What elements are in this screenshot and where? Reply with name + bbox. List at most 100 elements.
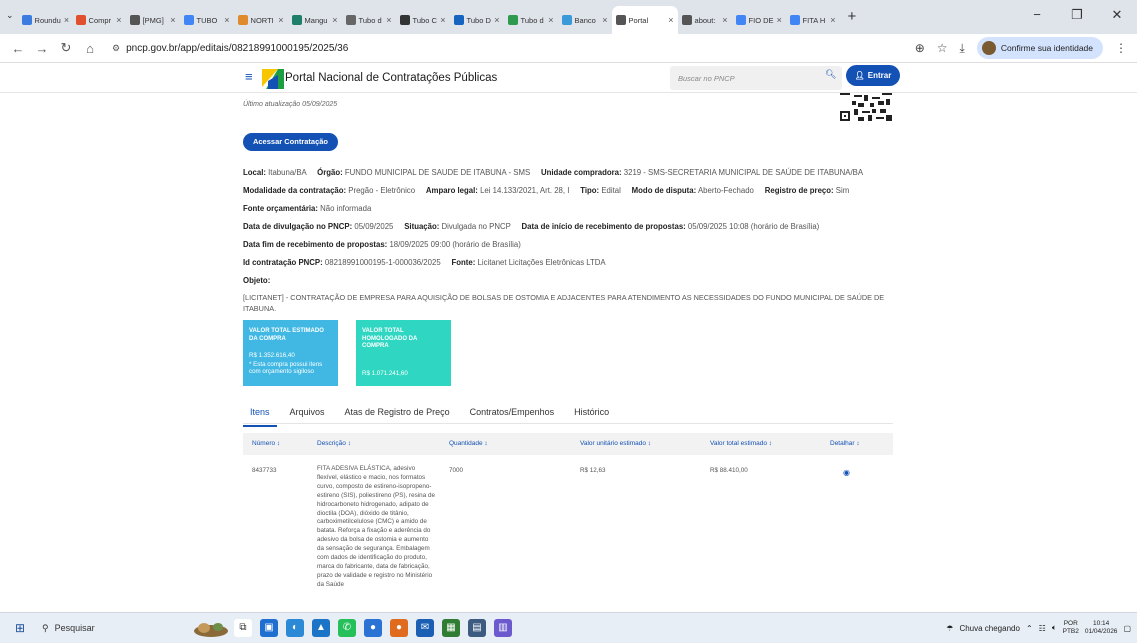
close-tab-icon[interactable]: ×	[830, 15, 835, 25]
profile-avatar	[981, 41, 996, 55]
browser-tab[interactable]: Portal ×	[611, 6, 678, 34]
network-icon[interactable]: ☷	[1039, 624, 1046, 633]
col-valor-total[interactable]: Valor total estimado ↕	[710, 440, 772, 447]
close-tab-icon[interactable]: ×	[332, 15, 337, 25]
search-icon[interactable]: 🔍︎	[825, 69, 836, 80]
download-icon[interactable]: ⤓	[960, 41, 965, 56]
close-tab-icon[interactable]: ×	[548, 15, 553, 25]
view-detail-icon[interactable]: ◉	[843, 468, 850, 477]
browser-tab[interactable]: FIO DE ×	[732, 6, 786, 34]
access-contract-button[interactable]: Acessar Contratação	[243, 133, 338, 151]
card-title: VALOR TOTAL HOMOLOGADO DA COMPRA	[362, 328, 418, 349]
close-tab-icon[interactable]: ×	[722, 15, 727, 25]
close-tab-icon[interactable]: ×	[64, 15, 69, 25]
clock[interactable]: 10:14 01/04/2026	[1085, 620, 1118, 636]
restore-icon[interactable]: ❐	[1057, 0, 1097, 34]
browser-tab[interactable]: [PMG] ×	[126, 6, 180, 34]
tab-label: Mangu	[304, 15, 328, 25]
browser-tab[interactable]: NORTI ×	[234, 6, 288, 34]
mail-icon[interactable]: ✉	[416, 619, 434, 637]
back-icon[interactable]: ←	[6, 41, 30, 56]
close-tab-icon[interactable]: ×	[116, 15, 121, 25]
windows-start-icon[interactable]: ⊞	[10, 621, 30, 635]
drive-icon[interactable]: ▲	[312, 619, 330, 637]
home-icon[interactable]: ⌂	[78, 41, 102, 56]
tray-expand-icon[interactable]: ⌃	[1026, 624, 1033, 633]
tab-label: FITA H	[802, 15, 826, 25]
col-descricao[interactable]: Descrição ↕	[317, 440, 351, 447]
tab-favicon-icon	[183, 15, 194, 25]
tab-label: Tubo d	[358, 15, 382, 25]
tab-label: NORTI	[250, 15, 274, 25]
tab-favicon-icon	[129, 15, 140, 25]
site-info-icon[interactable]: ⚙	[112, 43, 120, 54]
browser-tab[interactable]: Tubo C ×	[396, 6, 450, 34]
browser-tab[interactable]: Tubo D ×	[450, 6, 504, 34]
login-button[interactable]: 👤︎ Entrar	[846, 65, 900, 86]
chrome-icon[interactable]: ●	[364, 619, 382, 637]
objeto-label: Objeto:	[243, 276, 271, 285]
identity-label: Confirme sua identidade	[1000, 43, 1093, 53]
weather-text[interactable]: Chuva chegando	[959, 624, 1020, 633]
col-quantidade[interactable]: Quantidade ↕	[449, 440, 488, 447]
close-tab-icon[interactable]: ×	[224, 15, 229, 25]
task-view-icon[interactable]: ⧉	[234, 619, 252, 637]
reload-icon[interactable]: ↻	[54, 40, 78, 56]
browser-tab[interactable]: about: ×	[678, 6, 732, 34]
browser-tab[interactable]: Mangu ×	[288, 6, 342, 34]
browser-tab[interactable]: Tubo d ×	[342, 6, 396, 34]
browser-tab[interactable]: Roundu ×	[18, 6, 72, 34]
col-detalhar[interactable]: Detalhar ↕	[830, 440, 860, 447]
close-tab-icon[interactable]: ×	[668, 15, 673, 25]
tab-label: Banco	[574, 15, 596, 25]
browser-tab[interactable]: Banco ×	[558, 6, 612, 34]
volume-icon[interactable]: 🔈︎	[1052, 623, 1057, 633]
col-numero[interactable]: Número ↕	[252, 440, 280, 447]
browser-tab[interactable]: Tubo d ×	[504, 6, 558, 34]
close-tab-icon[interactable]: ×	[170, 15, 175, 25]
close-tab-icon[interactable]: ×	[440, 15, 445, 25]
store-icon[interactable]: ▣	[260, 619, 278, 637]
language-indicator[interactable]: POR PTB2	[1063, 620, 1079, 636]
zoom-icon[interactable]: ⊕	[915, 41, 925, 55]
browser-tab[interactable]: TUBO ×	[180, 6, 234, 34]
tab-list-icon[interactable]: ⌄	[6, 10, 14, 21]
more-menu-icon[interactable]: ⋮	[1115, 41, 1127, 55]
search-icon: ⚲	[42, 622, 49, 633]
os-taskbar: ⊞ ⚲ Pesquisar ⧉ ▣ ◐ ▲ ✆ ● ● ✉ ▦ ▤ ▥ ☂ Ch…	[0, 612, 1137, 643]
tab-favicon-icon	[453, 15, 464, 25]
browser-tab[interactable]: Compr ×	[72, 6, 126, 34]
teams-icon[interactable]: ▥	[494, 619, 512, 637]
tab-favicon-icon	[237, 15, 248, 25]
tab-label: Tubo C	[412, 15, 437, 25]
bookmark-star-icon[interactable]: ☆	[937, 41, 948, 55]
url-field[interactable]: ⚙ pncp.gov.br/app/editais/08218991000195…	[112, 43, 348, 54]
close-tab-icon[interactable]: ×	[386, 15, 391, 25]
new-tab-button[interactable]: +	[848, 8, 857, 25]
excel-icon[interactable]: ▦	[442, 619, 460, 637]
app-icon[interactable]: ●	[390, 619, 408, 637]
tabs-divider	[243, 423, 893, 424]
col-valor-unitario[interactable]: Valor unitário estimado ↕	[580, 440, 651, 447]
calc-icon[interactable]: ▤	[468, 619, 486, 637]
edge-icon[interactable]: ◐	[286, 619, 304, 637]
forward-icon[interactable]: →	[30, 41, 54, 56]
tab-favicon-icon	[75, 15, 86, 25]
hamburger-menu-icon[interactable]: ≡	[245, 69, 253, 84]
identity-button[interactable]: Confirme sua identidade	[976, 37, 1103, 59]
notifications-icon[interactable]: ▢	[1123, 624, 1131, 633]
weather-icon[interactable]: ☂	[946, 624, 953, 633]
objeto-line-2: ITABUNA.	[243, 304, 277, 313]
close-tab-icon[interactable]: ×	[494, 15, 499, 25]
close-tab-icon[interactable]: ×	[777, 15, 782, 25]
row-valor-unitario: R$ 12,63	[580, 467, 606, 474]
close-tab-icon[interactable]: ×	[602, 15, 607, 25]
close-window-icon[interactable]: ✕	[1097, 0, 1137, 34]
browser-tab[interactable]: FITA H ×	[786, 6, 840, 34]
close-tab-icon[interactable]: ×	[278, 15, 283, 25]
minimize-icon[interactable]: −	[1017, 0, 1057, 34]
taskbar-search[interactable]: ⚲ Pesquisar	[42, 623, 152, 634]
whatsapp-icon[interactable]: ✆	[338, 619, 356, 637]
search-input[interactable]: Buscar no PNCP	[670, 66, 842, 90]
tab-label: [PMG]	[142, 15, 164, 25]
